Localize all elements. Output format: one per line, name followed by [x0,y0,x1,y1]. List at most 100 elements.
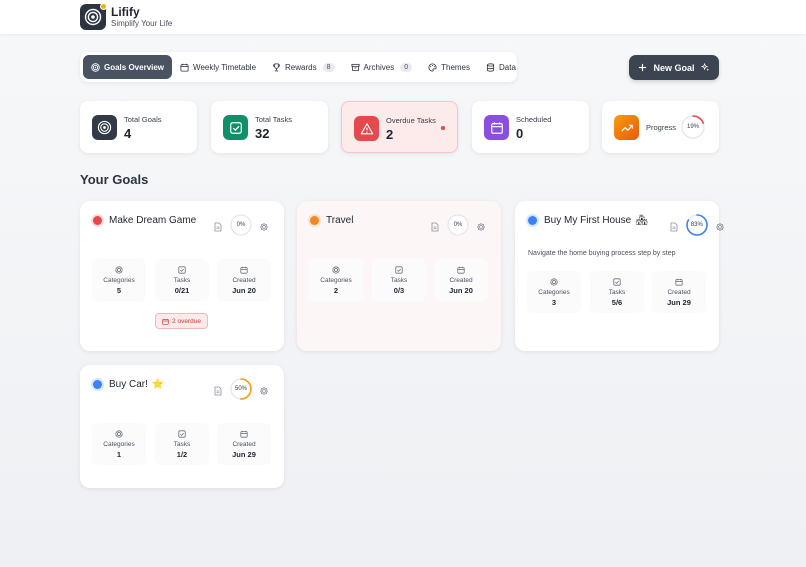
goal-stat-label: Created [232,277,256,284]
tab-themes[interactable]: Themes [420,55,478,79]
overdue-badge-text: 2 overdue [172,317,201,325]
app-tagline: Simplify Your Life [111,19,173,28]
goal-card[interactable]: Buy My First House 🏘 83% Navigate the hom… [515,201,724,351]
scheduled-stat-icon-box [484,115,509,140]
section-title-your-goals: Your Goals [80,172,149,187]
tab-label: Data [499,62,516,72]
tab-goals-overview[interactable]: Goals Overview [83,55,173,79]
goal-stat-tasks: Tasks 0/3 [372,259,426,301]
tab-rewards[interactable]: Rewards 8 [264,55,342,79]
stat-label: Total Goals [124,115,162,124]
tab-label: Rewards [285,62,317,72]
goal-title[interactable]: Buy Car! ⭐ [109,379,164,390]
goal-stat-value: Jun 29 [667,298,691,307]
goal-color-dot [310,216,319,225]
goal-stat-created: Created Jun 29 [217,423,271,465]
stat-card-overdue-tasks: Overdue Tasks 2 [341,101,458,153]
logo-badge-dot [100,3,107,10]
gear-icon[interactable] [259,222,269,232]
palette-icon [428,62,437,72]
notes-icon[interactable] [669,222,679,232]
goal-title[interactable]: Make Dream Game [109,215,196,226]
goal-card[interactable]: Travel 0% Categories 2 Tasks 0/3 Created… [297,201,501,351]
checkbox-icon [178,430,186,438]
goal-title-text: Travel [326,215,354,226]
calendar-icon [180,63,189,72]
stat-value: 32 [255,126,270,141]
goal-stat-label: Created [667,289,691,296]
new-goal-label: New Goal [653,62,695,73]
notes-icon[interactable] [213,386,223,396]
goal-stat-value: 3 [551,298,557,307]
target-icon [550,278,558,286]
stat-label: Scheduled [516,115,552,124]
goal-card[interactable]: Buy Car! ⭐ 50% Categories 1 Tasks 1/2 Cre… [80,365,284,488]
stat-label: Overdue Tasks [386,116,436,125]
goal-progress-ring: 50% [229,377,253,401]
goal-emoji: 🏘 [635,215,648,226]
notes-icon[interactable] [213,222,223,232]
goal-stat-label: Categories [103,277,135,284]
sparkles-icon [700,63,709,72]
app-logo[interactable] [80,3,107,30]
checkbox-icon [613,278,621,286]
target-icon [115,430,123,438]
calendar-icon [240,430,248,438]
stat-value: 0 [516,126,524,141]
target-icon [332,266,340,274]
gear-icon[interactable] [476,222,486,232]
goal-stat-created: Created Jun 29 [652,271,706,313]
goal-title[interactable]: Travel [326,215,353,226]
tasks-stat-icon-box [223,115,248,140]
gear-icon[interactable] [259,386,269,396]
goal-card[interactable]: Make Dream Game 0% Categories 5 Tasks 0/… [80,201,284,351]
tab-weekly-timetable[interactable]: Weekly Timetable [172,55,264,79]
goal-stat-value: 5 [116,286,122,295]
app-title: Lifify [111,5,140,19]
goal-progress-ring: 0% [229,213,253,237]
tab-archives[interactable]: Archives 0 [343,55,421,79]
gear-icon[interactable] [715,222,725,232]
trending-up-icon [620,124,633,131]
goal-stat-value: 0/3 [393,286,405,295]
calendar-icon [675,278,683,286]
goal-stat-value: 1 [116,450,122,459]
checkbox-icon [395,266,403,274]
tab-label: Themes [441,62,471,72]
goal-stat-created: Created Jun 20 [217,259,271,301]
goal-description: Navigate the home buying process step by… [528,250,676,257]
goal-stat-categories: Categories 3 [527,271,581,313]
goal-title[interactable]: Buy My First House 🏘 [544,215,648,226]
new-goal-button[interactable]: New Goal [629,55,719,80]
target-icon [84,8,102,26]
goal-stat-label: Created [449,277,473,284]
goal-stat-label: Categories [103,441,135,448]
goal-stat-value: 2 [333,286,339,295]
goal-stat-categories: Categories 5 [92,259,146,301]
goal-stat-label: Tasks [390,277,408,284]
stat-card-total-goals: Total Goals 4 [80,101,197,153]
calendar-icon [490,121,503,134]
goal-progress-percent: 50% [234,386,247,392]
goal-stat-value: 1/2 [176,450,188,459]
target-icon [115,266,123,274]
tab-label: Archives [363,62,395,72]
goal-stat-value: Jun 20 [232,286,256,295]
tab-data[interactable]: Data [478,55,524,79]
notes-icon[interactable] [430,222,440,232]
archives-count-badge: 0 [400,62,413,72]
calendar-icon [457,266,465,274]
overdue-badge[interactable]: 2 overdue [155,313,208,329]
main-nav: Goals Overview Weekly Timetable Rewards … [80,52,517,82]
tab-label: Goals Overview [104,62,165,72]
calendar-icon [162,318,169,325]
goal-stat-value: 0/21 [174,286,190,295]
rewards-count-badge: 8 [322,62,335,72]
goal-stat-tasks: Tasks 0/21 [155,259,209,301]
goal-title-text: Buy Car! [109,379,148,390]
app-header: Lifify Simplify Your Life [0,0,806,34]
goal-stat-tasks: Tasks 1/2 [155,423,209,465]
target-icon [91,62,100,72]
goal-stat-categories: Categories 1 [92,423,146,465]
goal-emoji: ⭐ [151,379,165,390]
